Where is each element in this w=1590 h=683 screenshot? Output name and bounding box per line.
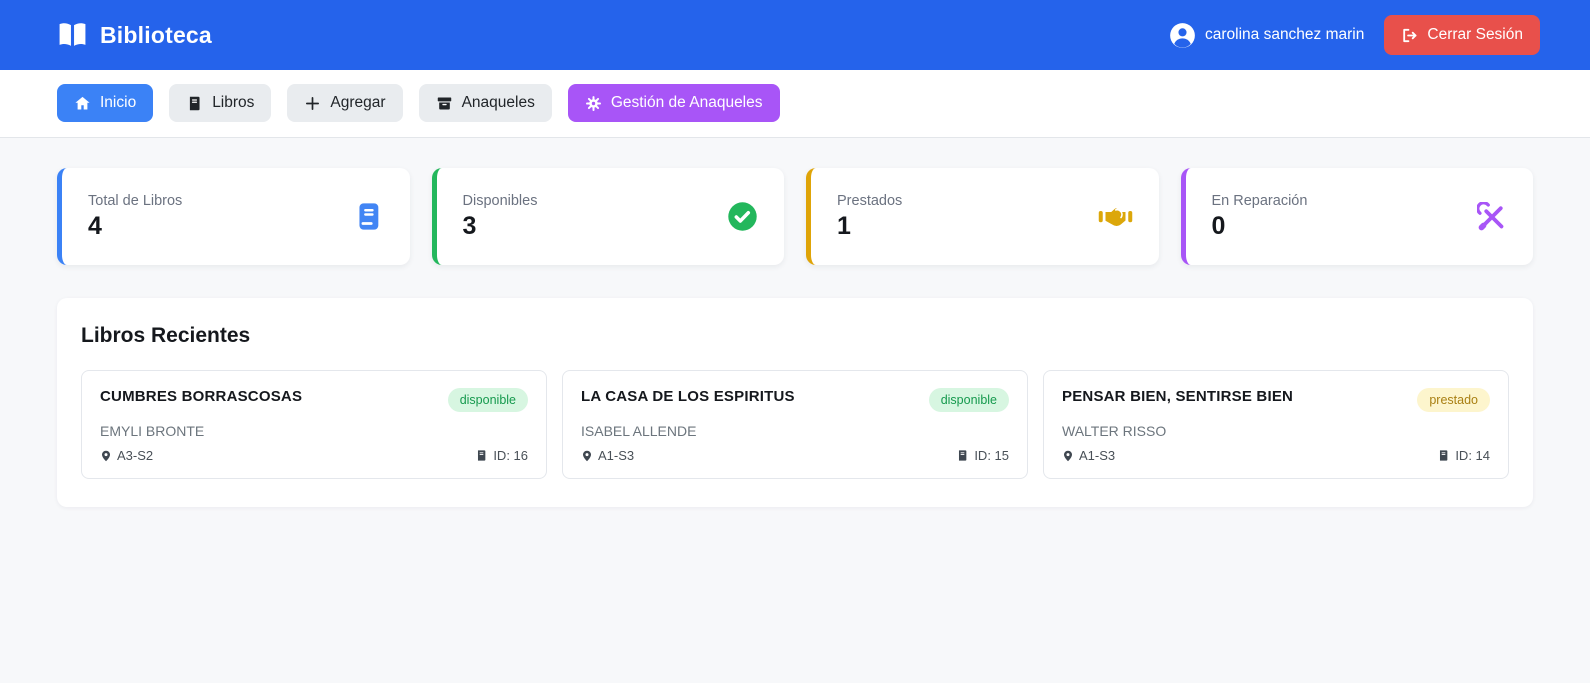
stat-value: 3 bbox=[463, 212, 538, 241]
tab-anaqueles[interactable]: Anaqueles bbox=[419, 84, 552, 122]
tools-icon bbox=[1477, 202, 1507, 232]
top-navbar: Biblioteca carolina sanchez marin C bbox=[0, 0, 1590, 70]
book-grid: CUMBRES BORRASCOSAS disponible EMYLI BRO… bbox=[81, 370, 1509, 479]
plus-icon bbox=[304, 95, 321, 112]
main-nav: Inicio Libros Agregar Anaqueles bbox=[0, 70, 1590, 138]
tab-label: Libros bbox=[212, 94, 254, 112]
stat-card-disponibles: Disponibles 3 bbox=[432, 168, 785, 265]
book-author: EMYLI BRONTE bbox=[100, 423, 528, 439]
book-icon bbox=[353, 201, 384, 232]
status-badge: disponible bbox=[929, 388, 1009, 412]
brand[interactable]: Biblioteca bbox=[57, 22, 212, 49]
book-id: ID: 14 bbox=[1437, 448, 1490, 463]
book-id: ID: 15 bbox=[956, 448, 1009, 463]
brand-name: Biblioteca bbox=[100, 22, 212, 49]
user-name: carolina sanchez marin bbox=[1205, 26, 1364, 44]
tab-agregar[interactable]: Agregar bbox=[287, 84, 402, 122]
book-card: LA CASA DE LOS ESPIRITUS disponible ISAB… bbox=[562, 370, 1028, 479]
book-id-icon bbox=[475, 449, 488, 462]
stat-label: Total de Libros bbox=[88, 193, 182, 209]
book-id-icon bbox=[1437, 449, 1450, 462]
book-author: WALTER RISSO bbox=[1062, 423, 1490, 439]
stat-card-prestados: Prestados 1 bbox=[806, 168, 1159, 265]
book-id: ID: 16 bbox=[475, 448, 528, 463]
gear-icon bbox=[585, 95, 602, 112]
book-card: CUMBRES BORRASCOSAS disponible EMYLI BRO… bbox=[81, 370, 547, 479]
logout-button[interactable]: Cerrar Sesión bbox=[1384, 15, 1540, 55]
location-pin-icon bbox=[1062, 449, 1074, 463]
stat-value: 0 bbox=[1212, 212, 1308, 241]
book-id-icon bbox=[956, 449, 969, 462]
logout-icon bbox=[1401, 27, 1418, 44]
tab-label: Agregar bbox=[330, 94, 385, 112]
tab-label: Gestión de Anaqueles bbox=[611, 94, 763, 112]
stat-card-en-reparacion: En Reparación 0 bbox=[1181, 168, 1534, 265]
book-card: PENSAR BIEN, SENTIRSE BIEN prestado WALT… bbox=[1043, 370, 1509, 479]
tab-label: Anaqueles bbox=[462, 94, 535, 112]
tab-libros[interactable]: Libros bbox=[169, 84, 271, 122]
book-title: PENSAR BIEN, SENTIRSE BIEN bbox=[1062, 388, 1293, 405]
book-title: LA CASA DE LOS ESPIRITUS bbox=[581, 388, 795, 405]
stat-value: 1 bbox=[837, 212, 902, 241]
book-location: A1-S3 bbox=[581, 448, 634, 463]
location-pin-icon bbox=[100, 449, 112, 463]
check-circle-icon bbox=[727, 201, 758, 232]
user-avatar-icon bbox=[1169, 22, 1196, 49]
logout-label: Cerrar Sesión bbox=[1427, 26, 1523, 44]
tab-gestion-anaqueles[interactable]: Gestión de Anaqueles bbox=[568, 84, 780, 122]
stat-card-total-libros: Total de Libros 4 bbox=[57, 168, 410, 265]
book-title: CUMBRES BORRASCOSAS bbox=[100, 388, 302, 405]
stats-row: Total de Libros 4 Disponibles 3 bbox=[57, 168, 1533, 265]
book-location: A1-S3 bbox=[1062, 448, 1115, 463]
status-badge: disponible bbox=[448, 388, 528, 412]
tab-label: Inicio bbox=[100, 94, 136, 112]
book-author: ISABEL ALLENDE bbox=[581, 423, 1009, 439]
location-pin-icon bbox=[581, 449, 593, 463]
status-badge: prestado bbox=[1417, 388, 1490, 412]
stat-value: 4 bbox=[88, 212, 182, 241]
open-book-logo-icon bbox=[57, 22, 88, 48]
recent-books-section: Libros Recientes CUMBRES BORRASCOSAS dis… bbox=[57, 298, 1533, 507]
stat-label: Prestados bbox=[837, 193, 902, 209]
book-icon bbox=[186, 95, 203, 112]
user-info: carolina sanchez marin bbox=[1169, 22, 1364, 49]
archive-icon bbox=[436, 95, 453, 112]
handshake-icon bbox=[1098, 204, 1133, 229]
home-icon bbox=[74, 95, 91, 112]
section-title: Libros Recientes bbox=[81, 324, 1509, 348]
stat-label: En Reparación bbox=[1212, 193, 1308, 209]
stat-label: Disponibles bbox=[463, 193, 538, 209]
tab-inicio[interactable]: Inicio bbox=[57, 84, 153, 122]
dashboard: Total de Libros 4 Disponibles 3 bbox=[0, 138, 1590, 507]
book-location: A3-S2 bbox=[100, 448, 153, 463]
